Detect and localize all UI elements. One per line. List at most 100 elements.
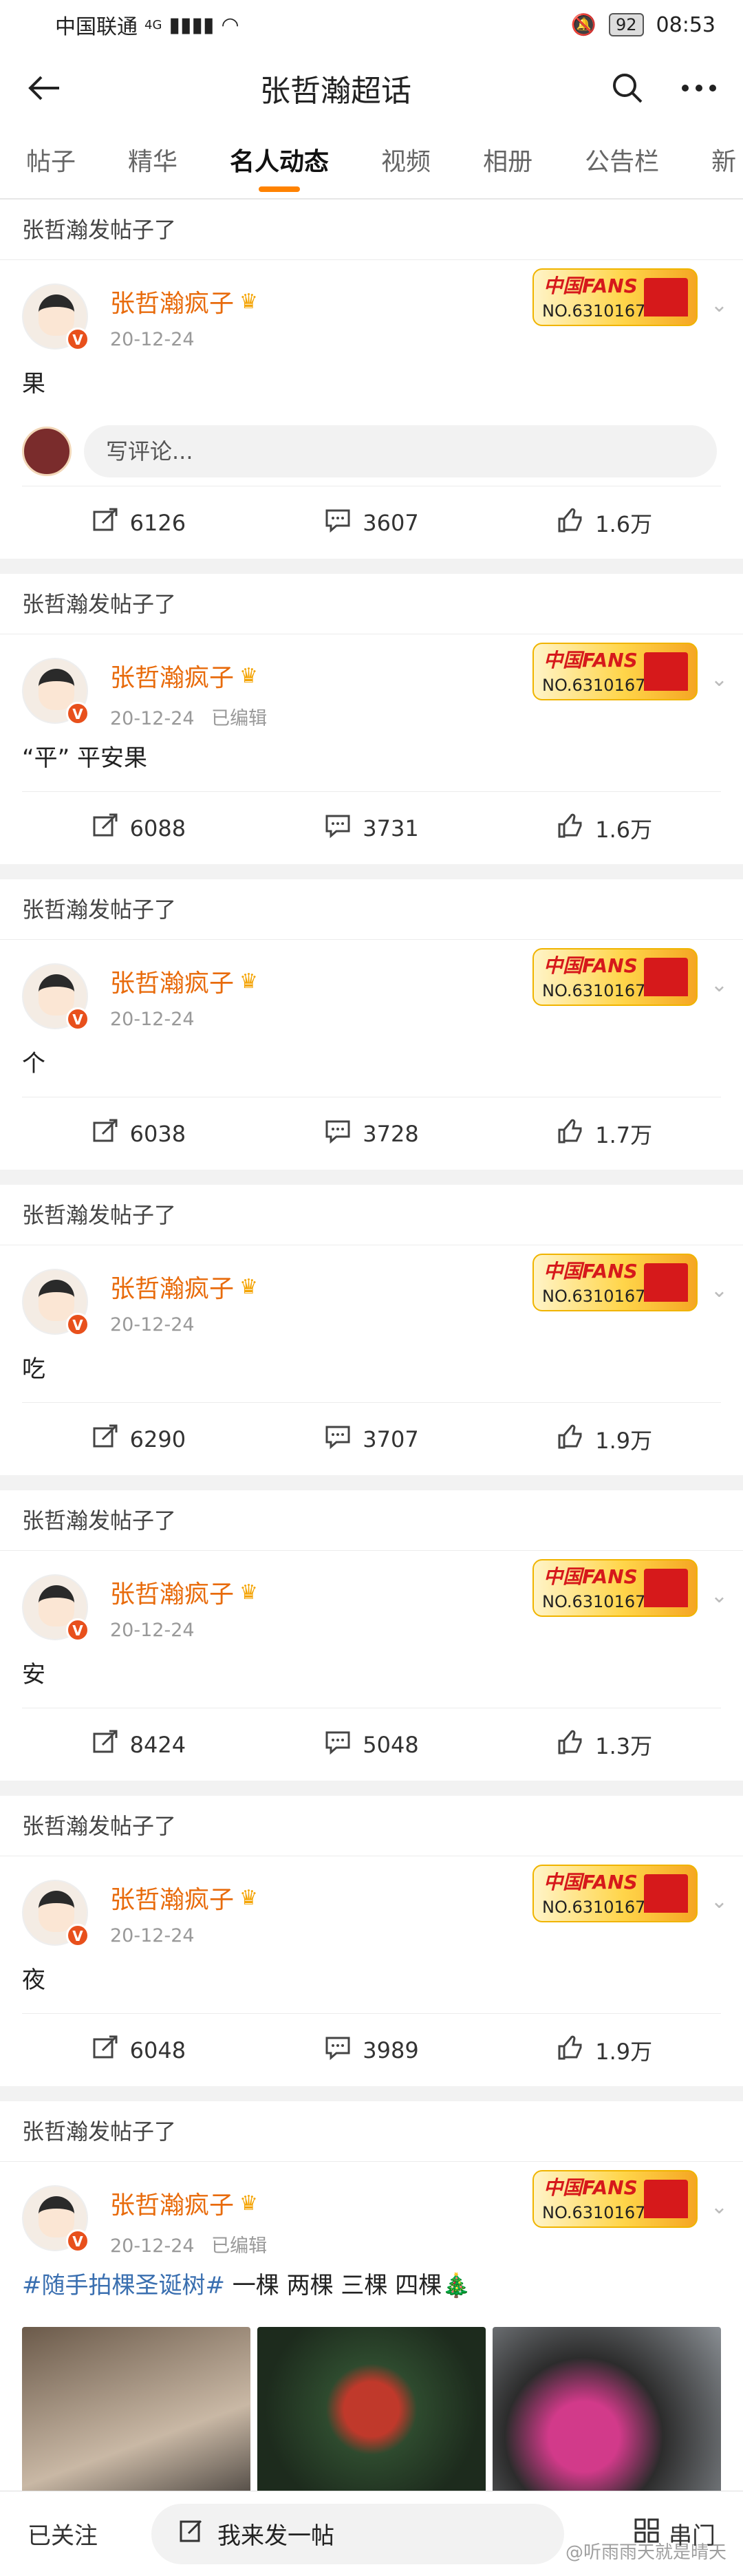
repost-button[interactable]: 6088 (22, 812, 255, 845)
post-meta: 20-12-24 已编辑 (110, 703, 267, 730)
like-icon (557, 2034, 584, 2067)
repost-icon (91, 506, 119, 539)
chevron-down-icon[interactable]: ⌄ (711, 1278, 728, 1302)
chevron-down-icon[interactable]: ⌄ (711, 973, 728, 997)
comment-button[interactable]: 3728 (255, 1117, 488, 1150)
post-content: “平” 平安果 (22, 744, 148, 772)
my-avatar (22, 427, 72, 476)
like-button[interactable]: 1.7万 (488, 1117, 721, 1150)
repost-button[interactable]: 8424 (22, 1728, 255, 1761)
tab-album[interactable]: 相册 (457, 127, 559, 198)
comment-icon (324, 1117, 352, 1150)
comment-icon (324, 812, 352, 845)
post[interactable]: V 张哲瀚疯子 ♛ 20-12-24 已编辑 中国FANS NO.6310167 (0, 2162, 743, 2510)
post[interactable]: V 张哲瀚疯子 ♛ 20-12-24 中国FANS NO.6310167 (0, 940, 743, 1170)
author-name[interactable]: 张哲瀚疯子 ♛ (110, 1880, 258, 1915)
more-icon[interactable] (680, 69, 718, 107)
tab-posts[interactable]: 帖子 (0, 127, 102, 198)
post-meta: 20-12-24 (110, 1925, 258, 1946)
chevron-down-icon[interactable]: ⌄ (711, 667, 728, 691)
post-date: 20-12-24 (110, 329, 195, 350)
fans-badge: 中国FANS NO.6310167 (532, 2170, 698, 2228)
post[interactable]: V 张哲瀚疯子 ♛ 20-12-24 中国FANS NO.6310167 (0, 1856, 743, 2086)
like-button[interactable]: 1.9万 (488, 1423, 721, 1456)
like-button[interactable]: 1.9万 (488, 2034, 721, 2067)
author-name[interactable]: 张哲瀚疯子 ♛ (110, 658, 267, 694)
avatar[interactable]: V (22, 963, 89, 1031)
author-name[interactable]: 张哲瀚疯子 ♛ (110, 2185, 267, 2221)
post-card[interactable]: 张哲瀚发帖子了 V 张哲瀚疯子 ♛ 20-12-24 中国FANS NO.631… (0, 1490, 743, 1781)
comment-button[interactable]: 3607 (255, 506, 488, 539)
like-button[interactable]: 1.6万 (488, 812, 721, 845)
comment-count: 3607 (363, 509, 419, 536)
avatar[interactable]: V (22, 1269, 89, 1336)
search-icon[interactable] (608, 69, 647, 107)
like-icon (557, 1117, 584, 1150)
post-card[interactable]: 张哲瀚发帖子了 V 张哲瀚疯子 ♛ 20-12-24 中国FANS NO.631… (0, 879, 743, 1170)
post-meta: 20-12-24 已编辑 (110, 2231, 267, 2257)
crown-icon: ♛ (239, 289, 258, 314)
post[interactable]: V 张哲瀚疯子 ♛ 20-12-24 中国FANS NO.6310167 (0, 1551, 743, 1781)
tab-essence[interactable]: 精华 (102, 127, 204, 198)
post[interactable]: V 张哲瀚疯子 ♛ 20-12-24 中国FANS NO.6310167 (0, 260, 743, 559)
crown-icon: ♛ (239, 2191, 258, 2215)
repost-count: 6038 (129, 1120, 186, 1147)
post-card[interactable]: 张哲瀚发帖子了 V 张哲瀚疯子 ♛ 20-12-24 中国FANS NO.631… (0, 200, 743, 559)
avatar[interactable]: V (22, 658, 89, 725)
post-card[interactable]: 张哲瀚发帖子了 V 张哲瀚疯子 ♛ 20-12-24 已编辑 中国FANS NO… (0, 2101, 743, 2510)
post-image[interactable] (493, 2327, 721, 2510)
author-name[interactable]: 张哲瀚疯子 ♛ (110, 1269, 258, 1305)
fans-badge-title: 中国FANS (543, 1260, 638, 1282)
repost-icon (91, 1423, 119, 1456)
author-name[interactable]: 张哲瀚疯子 ♛ (110, 1574, 258, 1610)
card-header: 张哲瀚发帖子了 (0, 879, 743, 940)
comment-button[interactable]: 3989 (255, 2034, 488, 2067)
post-card[interactable]: 张哲瀚发帖子了 V 张哲瀚疯子 ♛ 20-12-24 已编辑 中国FANS NO… (0, 574, 743, 864)
chevron-down-icon[interactable]: ⌄ (711, 1584, 728, 1608)
back-arrow-icon[interactable] (25, 69, 63, 107)
comment-row: 写评论... (22, 417, 721, 486)
like-button[interactable]: 1.6万 (488, 506, 721, 539)
comment-button[interactable]: 3707 (255, 1423, 488, 1456)
post-image[interactable] (257, 2327, 486, 2510)
avatar[interactable]: V (22, 2185, 89, 2253)
like-icon (557, 1423, 584, 1456)
new-post-button[interactable]: 我来发一帖 (151, 2503, 564, 2564)
post[interactable]: V 张哲瀚疯子 ♛ 20-12-24 已编辑 中国FANS NO.6310167 (0, 634, 743, 864)
chevron-down-icon[interactable]: ⌄ (711, 1889, 728, 1913)
topic-tag[interactable]: #随手拍棵圣诞树# (22, 2272, 225, 2299)
tab-new[interactable]: 新 (685, 127, 743, 198)
tab-notice[interactable]: 公告栏 (559, 127, 685, 198)
chevron-down-icon[interactable]: ⌄ (711, 293, 728, 317)
chevron-down-icon[interactable]: ⌄ (711, 2195, 728, 2219)
comment-button[interactable]: 3731 (255, 812, 488, 845)
like-button[interactable]: 1.3万 (488, 1728, 721, 1761)
nav-bar: 张哲瀚超话 (0, 50, 743, 127)
comment-button[interactable]: 5048 (255, 1728, 488, 1761)
followed-button[interactable]: 已关注 (28, 2517, 144, 2551)
comment-count: 3728 (363, 1120, 419, 1147)
author-name[interactable]: 张哲瀚疯子 ♛ (110, 283, 258, 319)
repost-count: 8424 (129, 1731, 186, 1758)
post[interactable]: V 张哲瀚疯子 ♛ 20-12-24 中国FANS NO.6310167 (0, 1245, 743, 1475)
tab-celebrity[interactable]: 名人动态 (204, 127, 355, 198)
post-date: 20-12-24 (110, 1620, 195, 1641)
tab-video[interactable]: 视频 (355, 127, 457, 198)
card-header: 张哲瀚发帖子了 (0, 1796, 743, 1856)
fans-badge-number: NO.6310167 (542, 676, 646, 695)
author-name[interactable]: 张哲瀚疯子 ♛ (110, 963, 258, 999)
post-card[interactable]: 张哲瀚发帖子了 V 张哲瀚疯子 ♛ 20-12-24 中国FANS NO.631… (0, 1796, 743, 2086)
avatar[interactable]: V (22, 283, 89, 351)
signal-label: 4G (144, 17, 162, 32)
avatar[interactable]: V (22, 1880, 89, 1947)
repost-button[interactable]: 6048 (22, 2034, 255, 2067)
repost-button[interactable]: 6126 (22, 506, 255, 539)
comment-input[interactable]: 写评论... (84, 425, 717, 477)
avatar[interactable]: V (22, 1574, 89, 1642)
post-card[interactable]: 张哲瀚发帖子了 V 张哲瀚疯子 ♛ 20-12-24 中国FANS NO.631… (0, 1185, 743, 1475)
post-image[interactable] (22, 2327, 250, 2510)
post-content: 果 (22, 370, 45, 398)
repost-button[interactable]: 6290 (22, 1423, 255, 1456)
comment-icon (324, 1423, 352, 1456)
repost-button[interactable]: 6038 (22, 1117, 255, 1150)
